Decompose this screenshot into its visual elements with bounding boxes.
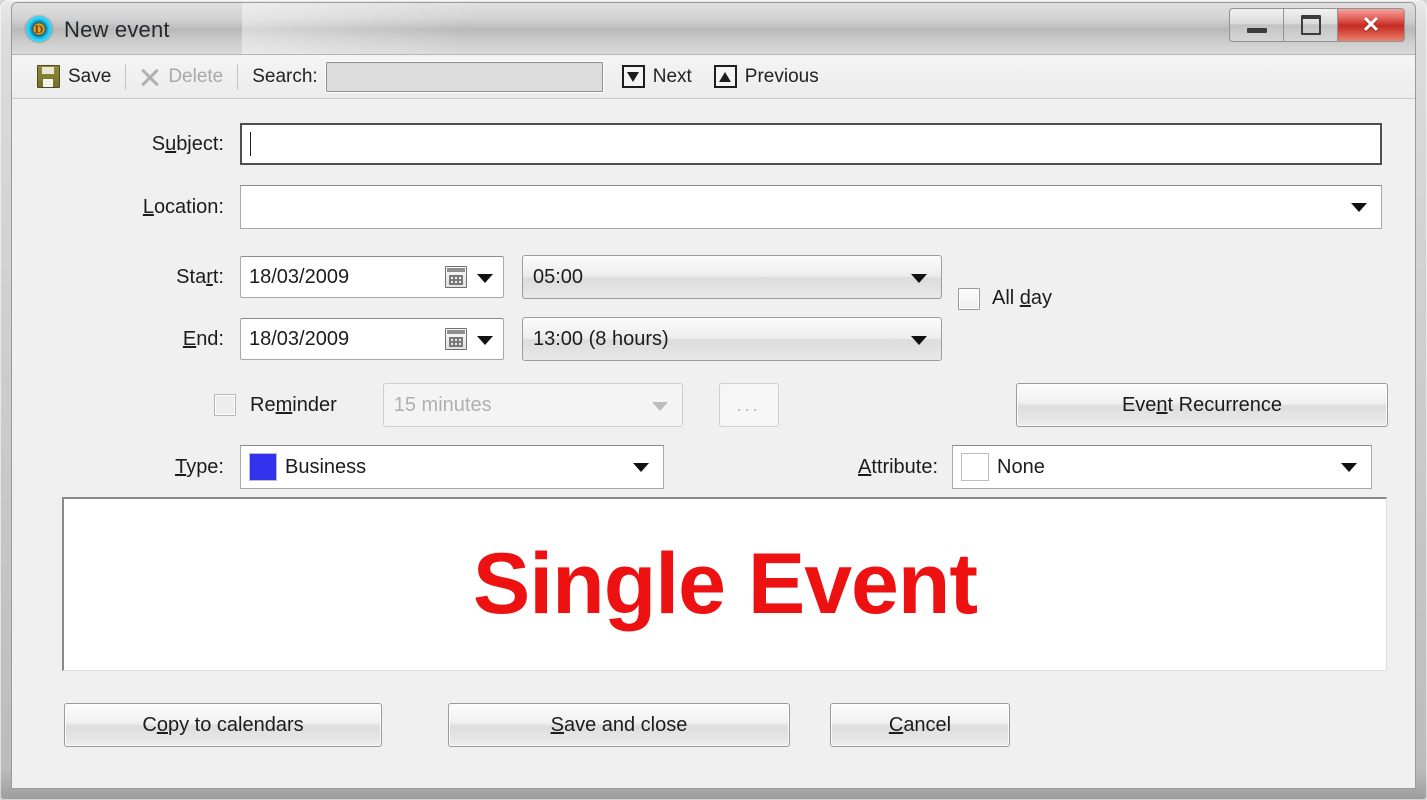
type-color-swatch xyxy=(249,453,277,481)
calendar-icon[interactable] xyxy=(445,328,467,350)
end-time-combobox[interactable]: 13:00 (8 hours) xyxy=(522,317,942,361)
minimize-button[interactable] xyxy=(1229,8,1283,42)
title-bar[interactable]: D New event ✕ xyxy=(12,3,1415,55)
maximize-icon xyxy=(1300,15,1321,35)
text-caret xyxy=(250,132,251,156)
type-row: Type: Business xyxy=(12,445,664,489)
search-input[interactable] xyxy=(325,61,603,92)
chevron-down-icon xyxy=(633,463,649,472)
maximize-button[interactable] xyxy=(1283,8,1337,42)
type-combobox[interactable]: Business xyxy=(240,445,664,489)
footer-buttons: Copy to calendars Save and close Cancel xyxy=(64,703,1010,747)
all-day-label: All day xyxy=(992,287,1053,309)
type-label: Type: xyxy=(175,455,224,478)
chevron-down-icon xyxy=(651,402,668,411)
triangle-down-icon xyxy=(621,65,645,88)
event-recurrence-row: Event Recurrence xyxy=(1016,383,1388,427)
save-button[interactable]: Save xyxy=(26,60,122,94)
chevron-down-icon[interactable] xyxy=(477,274,493,283)
start-row: Start: 18/03/2009 05:00 xyxy=(12,255,942,299)
all-day-row[interactable]: All day xyxy=(958,287,1052,310)
event-recurrence-button[interactable]: Event Recurrence xyxy=(1016,383,1388,427)
subject-row: Subject: xyxy=(12,123,1382,165)
next-button-label: Next xyxy=(652,65,692,87)
delete-button[interactable]: Delete xyxy=(129,60,234,94)
toolbar-separator xyxy=(237,63,239,90)
event-recurrence-label: Event Recurrence xyxy=(1121,393,1283,416)
location-label: Location: xyxy=(142,195,224,218)
copy-to-calendars-button[interactable]: Copy to calendars xyxy=(64,703,382,747)
reminder-row: Reminder 15 minutes ... xyxy=(214,383,779,427)
minimize-icon xyxy=(1246,27,1267,33)
toolbar-separator xyxy=(125,63,127,90)
notes-area[interactable]: Single Event xyxy=(62,497,1387,671)
reminder-interval-combobox[interactable]: 15 minutes xyxy=(382,383,683,427)
attribute-label: Attribute: xyxy=(858,455,939,478)
event-form: Subject: Location: Start: 18/03/2009 05:… xyxy=(12,99,1415,788)
search-section: Search: xyxy=(241,60,317,94)
close-icon: ✕ xyxy=(1361,12,1381,37)
start-time-combobox[interactable]: 05:00 xyxy=(522,255,942,299)
attribute-combobox[interactable]: None xyxy=(952,445,1373,489)
delete-button-label: Delete xyxy=(168,65,224,87)
subject-input[interactable] xyxy=(240,123,1382,165)
start-label: Start: xyxy=(176,265,224,288)
previous-button[interactable]: Previous xyxy=(703,60,830,94)
reminder-checkbox[interactable] xyxy=(214,394,236,416)
cancel-label: Cancel xyxy=(888,713,952,736)
attribute-row: Attribute: None xyxy=(858,445,1373,489)
search-label: Search: xyxy=(252,65,318,87)
reminder-label: Reminder xyxy=(250,393,337,416)
chevron-down-icon[interactable] xyxy=(477,336,493,345)
end-date-input[interactable]: 18/03/2009 xyxy=(240,318,504,360)
end-row: End: 18/03/2009 13:00 (8 hours) xyxy=(12,317,942,361)
toolbar: Save Delete Search: Next Previous xyxy=(12,55,1415,99)
notes-text: Single Event xyxy=(472,536,978,632)
attribute-color-swatch xyxy=(961,453,990,481)
application-window: D New event ✕ Save Delete Search: Next P… xyxy=(0,0,1427,800)
calendar-icon[interactable] xyxy=(445,266,467,288)
reminder-more-button[interactable]: ... xyxy=(718,383,779,427)
save-button-label: Save xyxy=(68,65,112,87)
all-day-checkbox[interactable] xyxy=(958,287,980,310)
triangle-up-icon xyxy=(713,65,737,88)
window-controls: ✕ xyxy=(1229,8,1405,42)
copy-to-calendars-label: Copy to calendars xyxy=(142,713,304,736)
chevron-down-icon xyxy=(1351,203,1367,212)
floppy-disk-icon xyxy=(37,65,60,88)
window-title: New event xyxy=(64,17,170,42)
chevron-down-icon xyxy=(911,274,927,283)
chevron-down-icon xyxy=(1341,463,1358,472)
chevron-down-icon xyxy=(911,336,927,345)
subject-label: Subject: xyxy=(151,132,224,155)
x-cross-icon xyxy=(140,67,160,87)
location-row: Location: xyxy=(12,185,1382,229)
calendar-app-icon: D xyxy=(26,16,52,42)
start-date-input[interactable]: 18/03/2009 xyxy=(240,256,504,298)
close-button[interactable]: ✕ xyxy=(1337,8,1405,42)
cancel-button[interactable]: Cancel xyxy=(830,703,1010,747)
previous-button-label: Previous xyxy=(744,65,819,87)
window-body: D New event ✕ Save Delete Search: Next P… xyxy=(11,2,1416,789)
location-combobox[interactable] xyxy=(240,185,1382,229)
end-label: End: xyxy=(182,327,224,350)
save-and-close-label: Save and close xyxy=(550,713,688,736)
save-and-close-button[interactable]: Save and close xyxy=(448,703,790,747)
next-button[interactable]: Next xyxy=(611,60,703,94)
